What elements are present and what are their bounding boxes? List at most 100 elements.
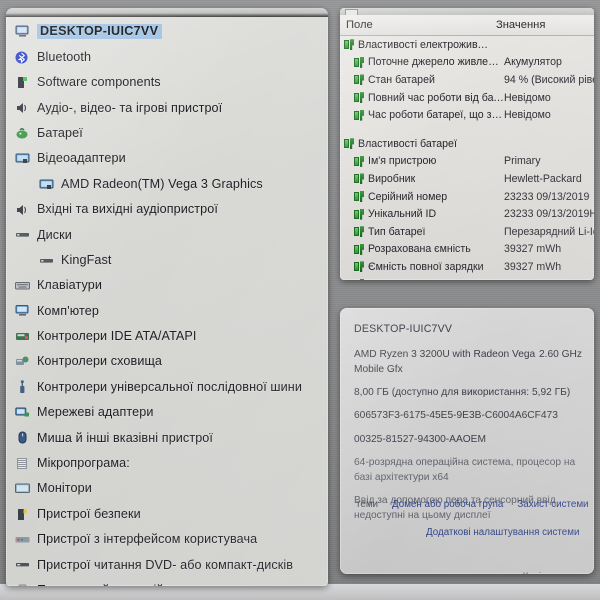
device-manager-window: DESKTOP-IUIC7VV Bluetooth Software compon… — [6, 8, 328, 586]
battery-row-spacer — [340, 124, 594, 135]
battery-field-cell: Виробник — [340, 173, 504, 185]
battery-field-label: Властивості електроживлення — [358, 38, 494, 51]
battery-field-label: Поточне джерело живлення — [368, 56, 504, 69]
tree-item-label: Мікропрограма: — [37, 456, 130, 471]
column-header-field: Поле — [346, 19, 373, 31]
battery-icon — [354, 191, 365, 203]
tree-item-15[interactable]: Мережеві адаптери — [12, 400, 324, 425]
tree-item-13[interactable]: Контролери сховища — [12, 349, 324, 374]
keyboard-icon — [14, 278, 31, 293]
battery-row[interactable]: Тип батареї Перезарядний Li-Ion — [340, 223, 594, 241]
battery-value-cell: Перезарядний Li-Ion — [504, 225, 594, 238]
software-component-icon — [14, 75, 31, 90]
battery-value-cell: Акумулятор — [504, 56, 562, 69]
device-tree[interactable]: DESKTOP-IUIC7VV Bluetooth Software compon… — [12, 19, 324, 586]
battery-field-cell: Серійний номер — [340, 191, 504, 203]
battery-field-cell: Ємність повної зарядки — [340, 261, 504, 273]
battery-icon — [354, 74, 365, 86]
tree-item-4[interactable]: Батареї — [12, 121, 324, 146]
battery-row[interactable]: Повний час роботи від батареї Невідомо — [340, 89, 594, 107]
tree-item-21[interactable]: Пристрої читання DVD- або компакт-дисків — [12, 552, 324, 577]
battery-row[interactable]: Унікальний ID 23233 09/13/2019Hewlett- — [340, 205, 594, 223]
battery-value-cell: Primary — [504, 155, 541, 168]
tree-item-label: Комп'ютер — [37, 303, 99, 318]
security-device-icon — [14, 507, 31, 522]
tree-item-label: Диски — [37, 227, 72, 242]
battery-value-cell: Невідомо — [504, 109, 551, 122]
tree-item-22[interactable]: Програмний пристрій — [12, 578, 324, 586]
battery-row[interactable]: Властивості батареї — [340, 135, 594, 153]
usb-icon — [14, 379, 31, 395]
speaker-icon — [14, 202, 31, 217]
copy-button[interactable]: Копіювати — [523, 570, 568, 574]
tree-item-10[interactable]: Клавіатури — [12, 273, 324, 298]
storage-controller-icon — [14, 354, 31, 369]
battery-field-label: Повний час роботи від батареї — [368, 91, 504, 104]
tree-item-8[interactable]: Диски — [12, 222, 324, 247]
tree-item-1[interactable]: Bluetooth — [12, 44, 324, 69]
battery-row[interactable]: Стан батарей 94 % (Високий рівень) — [340, 71, 594, 89]
battery-field-label: Час роботи батареї, що залиш... — [368, 109, 504, 122]
battery-row[interactable]: Властивості електроживлення — [340, 36, 594, 54]
hid-icon — [14, 532, 31, 547]
tree-item-11[interactable]: Комп'ютер — [12, 298, 324, 323]
tree-item-12[interactable]: Контролери IDE ATA/ATAPI — [12, 324, 324, 349]
battery-field-label: Стан батарей — [368, 73, 435, 86]
tree-item-17[interactable]: Мікропрограма: — [12, 451, 324, 476]
battery-row-list: Властивості електроживлення Поточне джере… — [340, 36, 594, 280]
battery-icon — [344, 39, 355, 51]
battery-field-label: Тип батареї — [368, 225, 426, 238]
battery-row[interactable]: Виробник Hewlett-Packard — [340, 170, 594, 188]
tree-item-label: Аудіо-, відео- та ігрові пристрої — [37, 100, 223, 115]
battery-row[interactable]: Ім'я пристрою Primary — [340, 153, 594, 171]
battery-row[interactable]: Поточне джерело живлення Акумулятор — [340, 54, 594, 72]
battery-icon — [354, 109, 365, 121]
tree-item-18[interactable]: Монітори — [12, 476, 324, 501]
tree-item-19[interactable]: Пристрої безпеки — [12, 501, 324, 526]
system-pc-name: DESKTOP-IUIC7VV — [354, 323, 453, 335]
link-advanced-system-settings[interactable]: Додаткові налаштування системи — [426, 527, 579, 538]
battery-field-label: Розрахована ємність — [368, 243, 471, 256]
system-type: 64-розрядна операційна система, процесор… — [354, 457, 576, 483]
system-links-row-2: Додаткові налаштування системи — [426, 526, 579, 540]
battery-field-cell: Властивості батареї — [340, 138, 494, 150]
tree-item-9[interactable]: KingFast — [12, 248, 324, 273]
tree-item-14[interactable]: Контролери універсальної послідовної шин… — [12, 374, 324, 399]
tree-item-label: Мережеві адаптери — [37, 405, 154, 420]
tree-item-5[interactable]: Відеоадаптери — [12, 146, 324, 171]
battery-row[interactable]: Ємність повної зарядки 39327 mWh — [340, 258, 594, 276]
battery-field-cell: Час роботи батареї, що залиш... — [340, 109, 504, 121]
mouse-icon — [14, 430, 31, 445]
tree-item-label: Контролери універсальної послідовної шин… — [37, 379, 302, 394]
firmware-icon — [14, 456, 31, 471]
tree-item-label: Батареї — [37, 125, 83, 140]
battery-field-cell: Поточна ємність — [340, 279, 504, 280]
battery-row[interactable]: Час роботи батареї, що залиш...Невідомо — [340, 106, 594, 124]
battery-value-cell: 39327 mWh — [504, 260, 562, 273]
tree-item-16[interactable]: Миша й інші вказівні пристрої — [12, 425, 324, 450]
tree-item-6[interactable]: AMD Radeon(TM) Vega 3 Graphics — [12, 171, 324, 196]
battery-row[interactable]: Поточна ємність 36855 mWh (94 %) — [340, 276, 594, 280]
tree-root-node[interactable]: DESKTOP-IUIC7VV — [12, 19, 324, 44]
link-domain-workgroup[interactable]: Домен або робоча група — [392, 498, 503, 512]
battery-icon — [14, 126, 31, 141]
tree-item-2[interactable]: Software components — [12, 70, 324, 95]
tree-item-20[interactable]: Пристрої з інтерфейсом користувача — [12, 527, 324, 552]
battery-field-label: Ім'я пристрою — [368, 155, 437, 168]
tree-item-3[interactable]: Аудіо-, відео- та ігрові пристрої — [12, 95, 324, 120]
tree-item-label: Пристрої читання DVD- або компакт-дисків — [37, 557, 294, 572]
tree-item-7[interactable]: Вхідні та вихідні аудіопристрої — [12, 197, 324, 222]
tree-item-label: Монітори — [37, 481, 92, 496]
battery-icon — [354, 208, 365, 220]
battery-row[interactable]: Розрахована ємність 39327 mWh — [340, 241, 594, 259]
computer-root-icon — [14, 24, 31, 39]
tree-item-label: Програмний пристрій — [37, 584, 164, 586]
link-system-protection[interactable]: Захист системи — [517, 498, 588, 512]
software-device-icon — [14, 583, 31, 586]
display-adapter-icon — [38, 177, 55, 192]
disk-drive-icon — [14, 227, 31, 242]
battery-field-cell: Ім'я пристрою — [340, 155, 504, 167]
battery-row[interactable]: Серійний номер 23233 09/13/2019 — [340, 188, 594, 206]
battery-field-label: Ємність повної зарядки — [368, 260, 484, 273]
speaker-icon — [14, 100, 31, 115]
